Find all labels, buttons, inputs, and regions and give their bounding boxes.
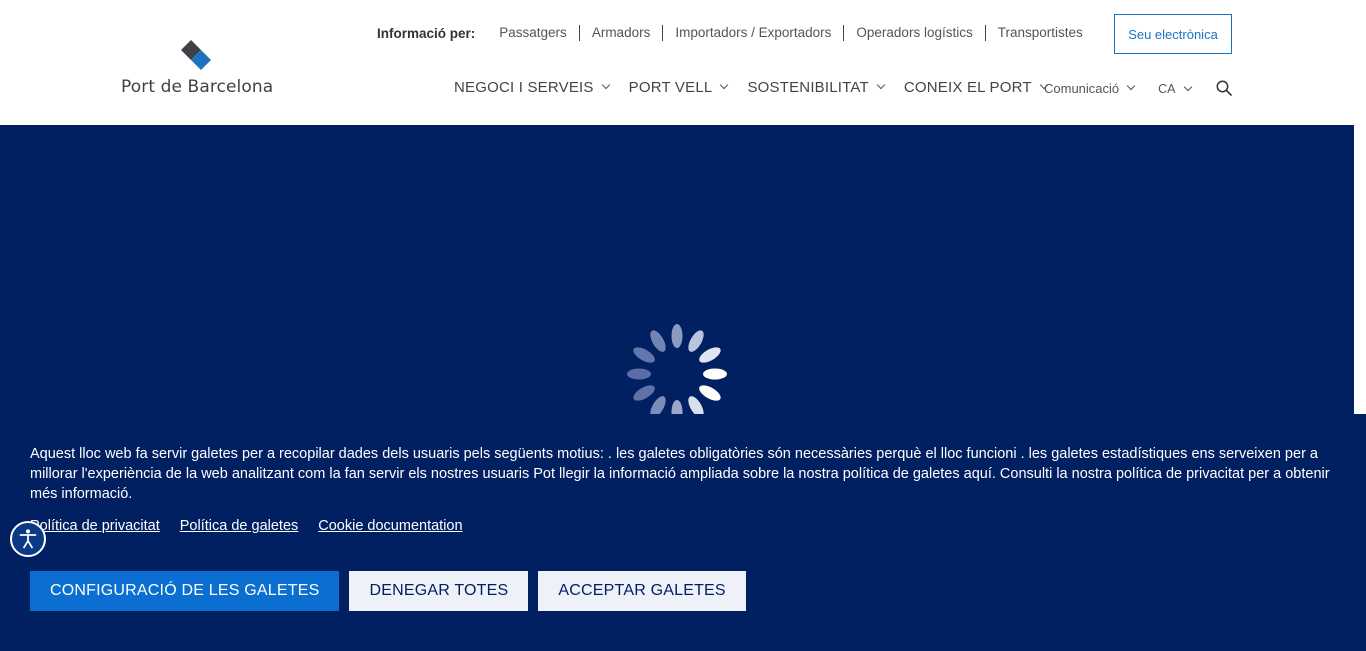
audience-link-transportistes[interactable]: Transportistes: [986, 25, 1095, 41]
accessibility-icon[interactable]: [10, 521, 46, 557]
nav-item-label: NEGOCI I SERVEIS: [454, 79, 594, 96]
nav-item-label: PORT VELL: [628, 79, 713, 96]
secondary-navigation: Comunicació CA: [1044, 80, 1209, 96]
spinner-icon: [627, 324, 727, 414]
chevron-down-icon: [876, 80, 886, 90]
cookie-banner: Aquest lloc web fa servir galetes per a …: [0, 414, 1366, 651]
language-selector[interactable]: CA: [1158, 82, 1192, 96]
logo-text: Port de Barcelona: [121, 77, 274, 97]
comunicacio-label: Comunicació: [1044, 80, 1120, 96]
audience-link-operadors[interactable]: Operadors logístics: [844, 25, 986, 41]
scrollbar-track[interactable]: [1354, 125, 1366, 414]
cookie-message: Aquest lloc web fa servir galetes per a …: [30, 446, 1330, 502]
audience-label: Informació per:: [377, 25, 476, 41]
cookie-documentation-link[interactable]: Cookie documentation: [318, 518, 462, 534]
nav-item-label: SOSTENIBILITAT: [747, 79, 869, 96]
comunicacio-menu[interactable]: Comunicació: [1044, 80, 1136, 96]
cookie-actions: CONFIGURACIÓ DE LES GALETES DENEGAR TOTE…: [30, 571, 756, 611]
audience-bar: Informació per: Passatgers Armadors Impo…: [377, 23, 1095, 43]
cookie-policy-link[interactable]: Política de galetes: [180, 518, 299, 534]
cookie-settings-button[interactable]: CONFIGURACIÓ DE LES GALETES: [30, 571, 340, 611]
search-icon[interactable]: [1216, 80, 1232, 96]
port-de-barcelona-logo[interactable]: Port de Barcelona: [121, 40, 274, 100]
nav-item-sostenibilitat[interactable]: SOSTENIBILITAT: [747, 79, 886, 96]
nav-item-negoci[interactable]: NEGOCI I SERVEIS: [454, 79, 610, 96]
nav-item-coneix[interactable]: CONEIX EL PORT: [903, 79, 1048, 96]
audience-link-passatgers[interactable]: Passatgers: [499, 25, 580, 41]
seu-electronica-button[interactable]: Seu electrònica: [1114, 14, 1232, 54]
chevron-down-icon: [720, 80, 729, 90]
logo-mark-icon: [181, 40, 211, 70]
chevron-down-icon: [1183, 82, 1192, 91]
chevron-down-icon: [601, 80, 610, 90]
language-label: CA: [1158, 82, 1176, 96]
cookie-links: Política de privacitat Política de galet…: [30, 518, 483, 534]
chevron-down-icon: [1126, 81, 1136, 90]
main-navigation: NEGOCI I SERVEIS PORT VELL SOSTENIBILITA…: [454, 79, 1067, 96]
privacy-policy-link[interactable]: Política de privacitat: [30, 518, 160, 534]
audience-link-importadors[interactable]: Importadors / Exportadors: [663, 25, 845, 41]
site-header: Port de Barcelona Informació per: Passat…: [0, 0, 1366, 125]
nav-item-port-vell[interactable]: PORT VELL: [628, 79, 729, 96]
deny-all-button[interactable]: DENEGAR TOTES: [349, 571, 529, 611]
nav-item-label: CONEIX EL PORT: [903, 79, 1032, 96]
audience-link-armadors[interactable]: Armadors: [580, 25, 664, 41]
accept-cookies-button[interactable]: ACCEPTAR GALETES: [538, 571, 746, 611]
